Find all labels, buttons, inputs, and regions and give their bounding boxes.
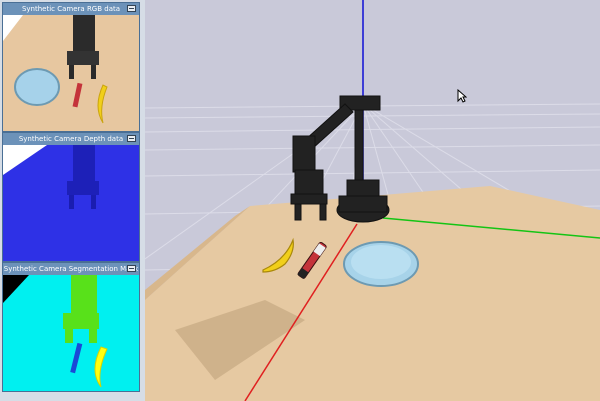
minimize-button[interactable] bbox=[127, 5, 136, 12]
rgb-camera-image bbox=[3, 15, 139, 131]
minimize-button[interactable] bbox=[127, 135, 136, 142]
minimize-button[interactable] bbox=[127, 265, 136, 272]
mouse-cursor-icon bbox=[457, 88, 468, 107]
segmentation-mask-panel: Synthetic Camera Segmentation Mask bbox=[2, 262, 140, 392]
rgb-panel-title[interactable]: Synthetic Camera RGB data bbox=[3, 3, 139, 15]
3d-simulation-viewport[interactable] bbox=[145, 0, 600, 401]
depth-camera-panel: Synthetic Camera Depth data bbox=[2, 132, 140, 262]
debug-camera-panels: Synthetic Camera RGB data Synthetic Came… bbox=[0, 0, 145, 401]
segmentation-panel-title[interactable]: Synthetic Camera Segmentation Mask bbox=[3, 263, 139, 275]
rgb-camera-panel: Synthetic Camera RGB data bbox=[2, 2, 140, 132]
depth-camera-image bbox=[3, 145, 139, 261]
depth-panel-title[interactable]: Synthetic Camera Depth data bbox=[3, 133, 139, 145]
segmentation-mask-image bbox=[3, 275, 139, 391]
